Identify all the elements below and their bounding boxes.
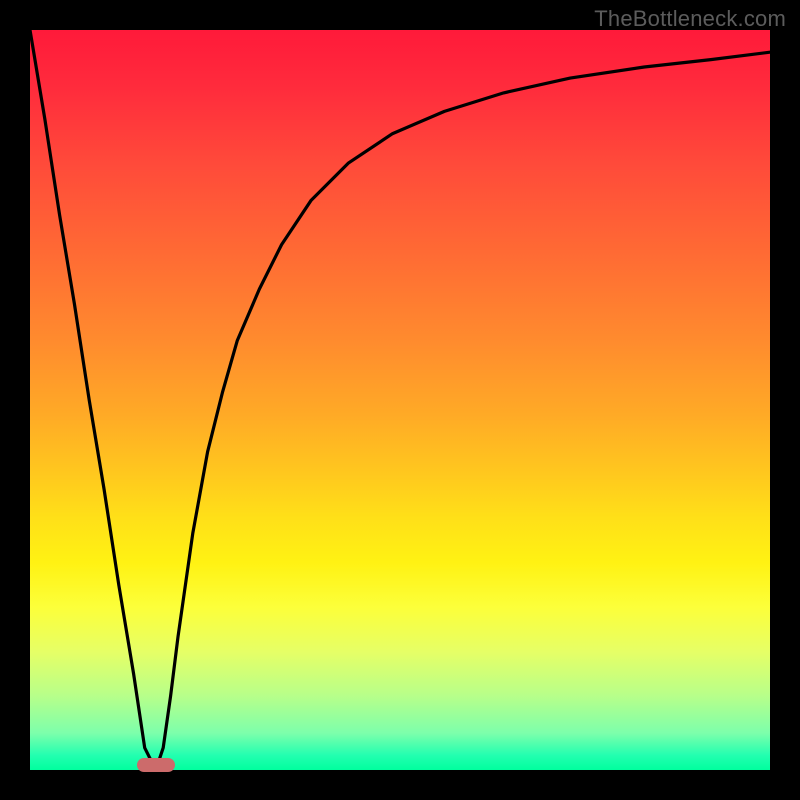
watermark-text: TheBottleneck.com: [594, 6, 786, 32]
bottleneck-curve: [30, 30, 770, 770]
chart-frame: TheBottleneck.com: [0, 0, 800, 800]
optimal-point-marker: [137, 758, 175, 772]
plot-area: [30, 30, 770, 770]
